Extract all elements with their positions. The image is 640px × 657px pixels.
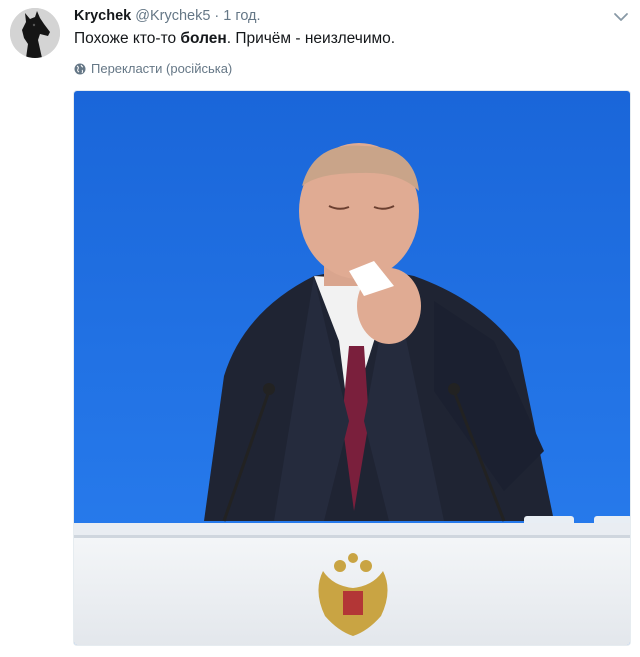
chevron-down-icon[interactable]	[613, 10, 629, 22]
tweet-photo[interactable]	[73, 90, 631, 646]
tweet-text-bold: болен	[180, 30, 227, 47]
tweet-text-part: Похоже кто-то	[74, 30, 181, 47]
translate-link[interactable]: Перекласти (російська)	[74, 60, 232, 78]
tweet-header: Krychek @Krychek5 · 1 год.	[74, 6, 261, 26]
tweet: Krychek @Krychek5 · 1 год. Похоже кто-то бо…	[0, 0, 640, 657]
globe-icon	[74, 62, 86, 75]
separator: ·	[214, 8, 220, 24]
avatar[interactable]	[10, 8, 60, 58]
user-handle[interactable]: @Krychek5	[135, 8, 210, 24]
display-name[interactable]: Krychek	[74, 8, 131, 24]
tweet-text: Похоже кто-то болен. Причём - неизлечимо…	[74, 28, 395, 50]
timestamp[interactable]: 1 год.	[223, 8, 260, 24]
tweet-text-part: . Причём - неизлечимо.	[226, 30, 396, 47]
translate-label: Перекласти (російська)	[91, 61, 233, 76]
